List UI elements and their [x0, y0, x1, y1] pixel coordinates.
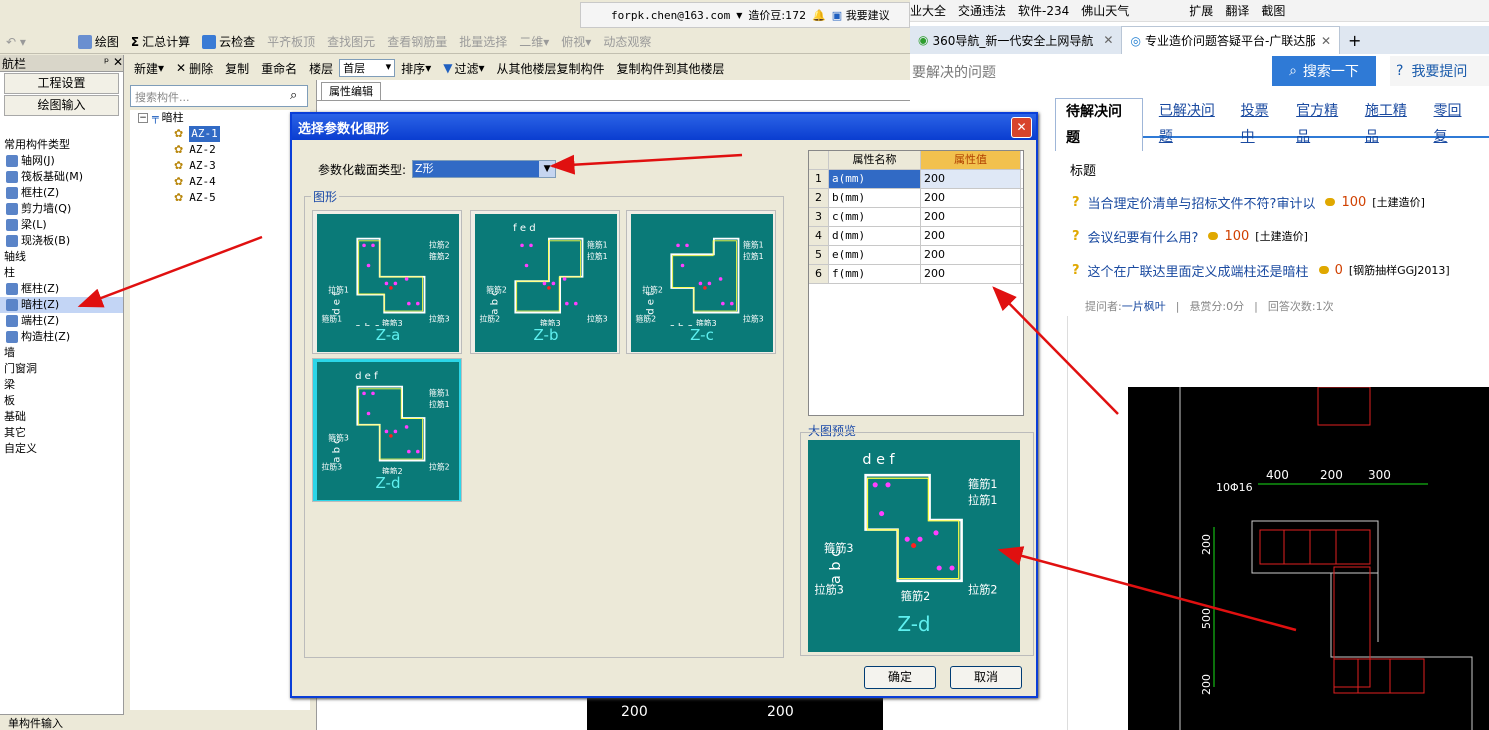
annotation-arrows	[77, 153, 1297, 632]
arrow-to-param-table	[992, 286, 1119, 415]
arrow-to-anzhu	[77, 235, 263, 308]
arrow-to-section-type	[549, 153, 743, 175]
arrow-to-preview	[997, 546, 1297, 632]
